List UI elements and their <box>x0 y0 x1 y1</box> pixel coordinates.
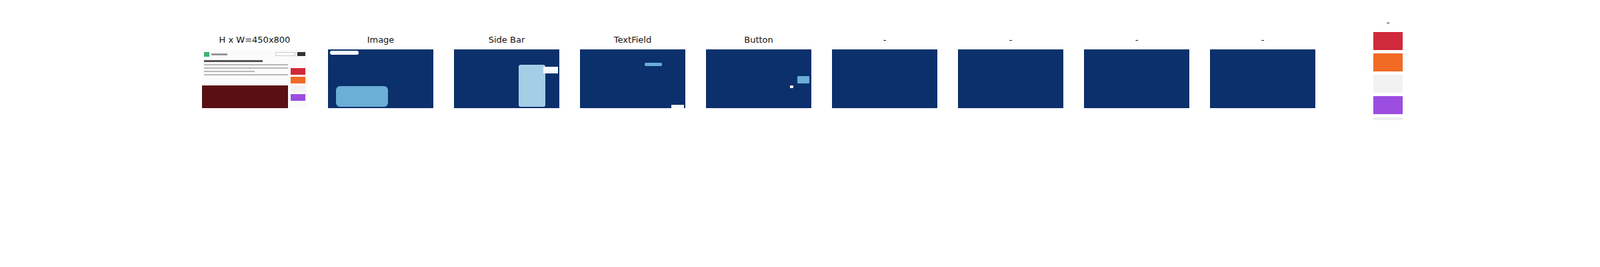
article <box>204 60 288 108</box>
screenshot-thumbnail <box>202 49 308 108</box>
ad-banner <box>1373 74 1403 93</box>
text-line <box>204 64 288 66</box>
screenshot-column: H x W=450x800 <box>202 34 308 108</box>
ad-banner <box>290 94 306 101</box>
mask-region <box>797 76 810 84</box>
ad-banner <box>290 85 306 92</box>
text-line <box>204 67 288 69</box>
page-body <box>202 58 308 108</box>
figure: H x W=450x800 Image Side Bar TextField Butto… <box>0 0 1600 267</box>
side-column: - <box>1373 17 1403 120</box>
ad-banner <box>1373 53 1403 72</box>
article-photo <box>202 85 288 108</box>
panel-title: Image <box>367 34 395 46</box>
ad-strip <box>1373 32 1403 120</box>
panel-title: Button <box>744 34 774 46</box>
mask-region <box>336 86 388 107</box>
mask-region <box>543 66 558 74</box>
mask-column: - <box>1210 34 1316 108</box>
mask-panel <box>958 49 1064 108</box>
ad-banner <box>290 76 306 84</box>
panel-title: - <box>1261 34 1265 46</box>
text-line <box>204 70 255 72</box>
logo-bar <box>211 53 228 56</box>
mask-panel <box>1210 49 1316 108</box>
side-title: - <box>1386 17 1390 28</box>
mask-panel <box>454 49 560 108</box>
panel-title: - <box>1009 34 1013 46</box>
mask-column: - <box>1084 34 1190 108</box>
search-field <box>275 52 296 56</box>
mask-column: - <box>832 34 938 108</box>
mask-column: TextField <box>580 34 686 108</box>
mask-column: - <box>958 34 1064 108</box>
mask-region <box>644 62 662 66</box>
ad-fade <box>1373 117 1403 120</box>
panel-title: Side Bar <box>488 34 525 46</box>
panel-title: - <box>1135 34 1139 46</box>
mask-panel <box>1084 49 1190 108</box>
mask-panel <box>706 49 812 108</box>
ad-banner <box>290 68 306 75</box>
panel-title: - <box>883 34 887 46</box>
ad-banner <box>1373 96 1403 114</box>
logo-icon <box>204 52 210 57</box>
mask-region <box>518 64 546 107</box>
text-line <box>204 74 288 76</box>
mask-column: Image <box>328 34 434 108</box>
mask-panel <box>580 49 686 108</box>
headline-bar <box>204 60 263 62</box>
mask-column: Button <box>706 34 812 108</box>
search-button <box>297 52 306 56</box>
sidebar <box>290 60 306 108</box>
mask-column: Side Bar <box>454 34 560 108</box>
panel-title: TextField <box>614 34 652 46</box>
mask-panel <box>832 49 938 108</box>
mask-region <box>330 50 359 55</box>
mask-region <box>671 104 684 108</box>
mask-panel <box>328 49 434 108</box>
mask-region <box>790 85 794 88</box>
size-label: H x W=450x800 <box>219 34 291 46</box>
page-header <box>202 49 308 59</box>
ad-banner <box>1373 32 1403 50</box>
